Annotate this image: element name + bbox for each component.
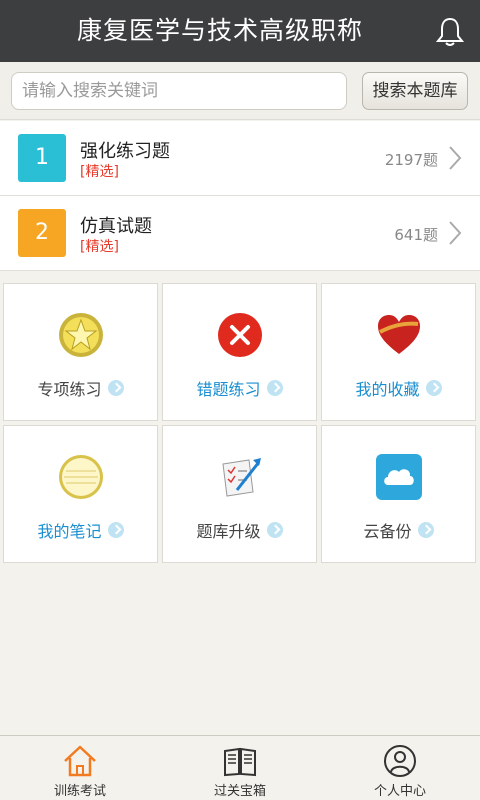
bell-icon[interactable] <box>434 16 466 48</box>
list-item-simulation[interactable]: 2 仿真试题 [精选] 641题 <box>0 196 480 271</box>
tile-label: 我的笔记 <box>37 522 102 541</box>
item-number-badge: 1 <box>18 134 66 182</box>
tab-label: 过关宝箱 <box>213 784 266 799</box>
arrow-right-icon <box>266 380 283 396</box>
item-number-badge: 2 <box>18 209 66 257</box>
list-item-title: 强化练习题 <box>80 141 170 162</box>
tile-cloud-backup[interactable]: 云备份 <box>321 425 476 563</box>
tile-label: 错题练习 <box>196 380 261 399</box>
tile-label: 云备份 <box>363 522 412 541</box>
bottom-tab-bar: 训练考试 过关宝箱 个人中心 <box>0 735 480 800</box>
book-icon <box>224 747 256 777</box>
page-title: 康复医学与技术高级职称 <box>76 16 363 45</box>
tab-label: 个人中心 <box>373 784 426 799</box>
tab-personal-center[interactable]: 个人中心 <box>320 736 480 800</box>
arrow-right-icon <box>425 380 442 396</box>
list-item-title: 仿真试题 <box>80 216 152 237</box>
tab-label: 训练考试 <box>53 784 106 799</box>
tab-treasure-box[interactable]: 过关宝箱 <box>160 736 320 800</box>
chevron-right-icon <box>449 146 462 170</box>
tile-bank-upgrade[interactable]: 题库升级 <box>162 425 317 563</box>
search-button[interactable]: 搜索本题库 <box>362 72 468 110</box>
wrong-cross-icon <box>217 313 262 357</box>
tile-my-notes[interactable]: 我的笔记 <box>3 425 158 563</box>
search-input[interactable] <box>11 72 347 110</box>
list-item-intensive[interactable]: 1 强化练习题 [精选] 2197题 <box>0 121 480 196</box>
chevron-right-icon <box>449 221 462 245</box>
featured-tag: [精选] <box>80 239 119 255</box>
tile-label: 题库升级 <box>196 522 261 541</box>
user-icon <box>384 745 416 777</box>
question-count: 641题 <box>394 226 438 244</box>
tile-label: 专项练习 <box>37 380 102 399</box>
arrow-right-icon <box>107 380 124 396</box>
tab-training-exam[interactable]: 训练考试 <box>0 736 160 800</box>
upgrade-document-icon <box>221 458 261 497</box>
arrow-right-icon <box>107 522 124 538</box>
tile-my-favorites[interactable]: 我的收藏 <box>321 283 476 421</box>
tile-wrong-practice[interactable]: 错题练习 <box>162 283 317 421</box>
star-badge-icon <box>58 313 103 357</box>
heart-icon <box>377 315 420 354</box>
question-count: 2197题 <box>384 151 438 169</box>
featured-tag: [精选] <box>80 164 119 180</box>
question-bank-list: 1 强化练习题 [精选] 2197题 2 仿真试题 [精选] 641题 <box>0 121 480 271</box>
tile-special-practice[interactable]: 专项练习 <box>3 283 158 421</box>
search-bar: 搜索本题库 <box>0 62 480 120</box>
home-icon <box>64 745 96 777</box>
arrow-right-icon <box>266 522 283 538</box>
app-header: 康复医学与技术高级职称 <box>0 0 480 62</box>
cloud-icon <box>375 454 422 500</box>
arrow-right-icon <box>417 522 434 538</box>
tile-label: 我的收藏 <box>355 380 420 399</box>
notepad-icon <box>58 455 103 499</box>
